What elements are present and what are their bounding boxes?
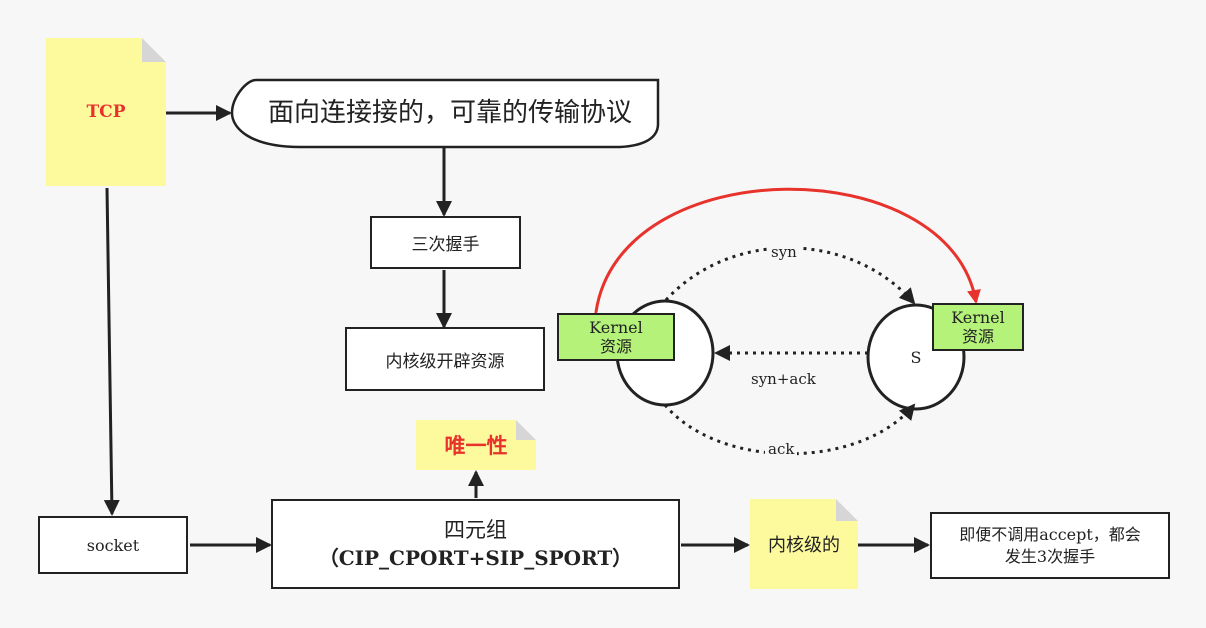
kernel-alloc-box: 内核级开辟资源 xyxy=(345,327,545,391)
tuple-line1: 四元组 xyxy=(444,518,507,542)
accept-line2: 发生3次握手 xyxy=(1004,546,1096,566)
synack-label: syn+ack xyxy=(748,370,819,388)
tuple-box: 四元组 （CIP_CPORT+SIP_SPORT） xyxy=(271,499,680,589)
edge-tcp-socket xyxy=(103,187,120,516)
accept-box: 即便不调用accept，都会 发生3次握手 xyxy=(930,512,1170,579)
kernel-server-line1: Kernel xyxy=(951,308,1005,327)
uniqueness-text: 唯一性 xyxy=(444,433,508,458)
kernel-server-line2: 资源 xyxy=(961,327,994,346)
socket-box: socket xyxy=(38,516,188,574)
handshake-box: 三次握手 xyxy=(370,216,521,269)
uniqueness-note: 唯一性 xyxy=(416,420,536,470)
definition-text: 面向连接接的，可靠的传输协议 xyxy=(267,98,632,128)
ack-label: ack xyxy=(765,440,798,458)
syn-label: syn xyxy=(768,243,800,261)
kernel-alloc-label: 内核级开辟资源 xyxy=(385,351,505,372)
accept-line1: 即便不调用accept，都会 xyxy=(959,524,1141,544)
tuple-line2: （CIP_CPORT+SIP_SPORT） xyxy=(318,546,633,570)
kernel-client-line2: 资源 xyxy=(599,337,632,356)
kernel-level-text: 内核级的 xyxy=(768,535,840,556)
handshake-label: 三次握手 xyxy=(411,235,480,255)
tcp-note-text: TCP xyxy=(86,102,126,122)
tcp-note: TCP xyxy=(46,38,166,186)
socket-label: socket xyxy=(86,535,140,555)
server-node-label: S xyxy=(910,348,922,367)
kernel-client-line1: Kernel xyxy=(589,318,643,337)
kernel-client-box: Kernel 资源 xyxy=(557,313,675,361)
kernel-level-note: 内核级的 xyxy=(750,499,858,589)
kernel-server-box: Kernel 资源 xyxy=(932,303,1024,351)
